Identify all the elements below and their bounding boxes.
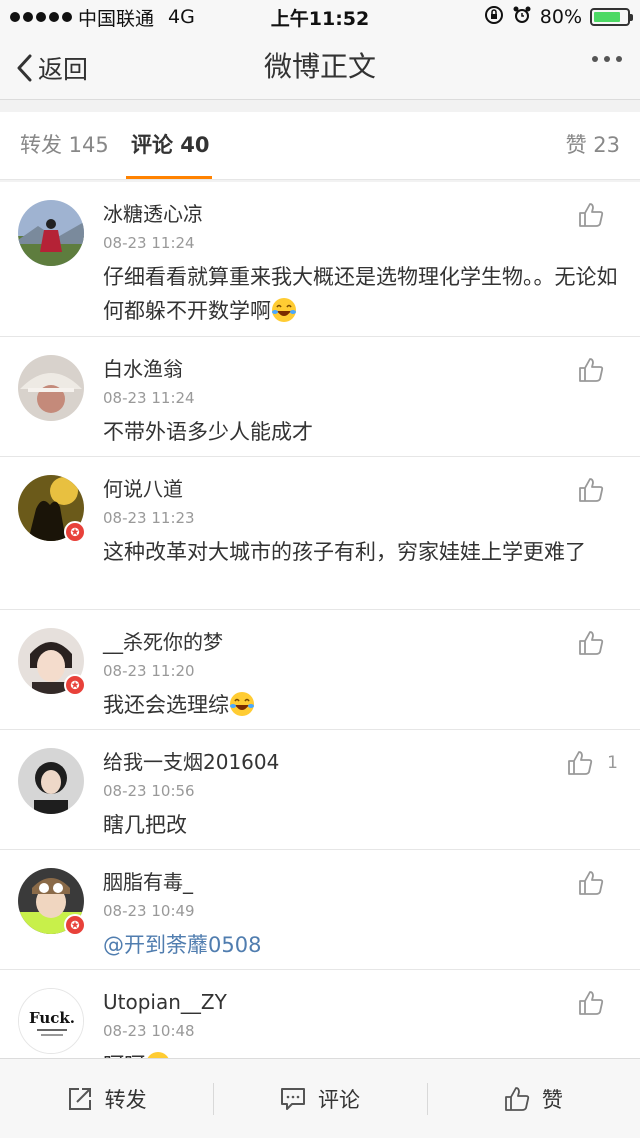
thumbs-up-icon [579,991,604,1015]
comment-text: 仔细看看就算重来我大概还是选物理化学生物。。无论如何都躲不开数学啊 [103,260,618,328]
laughing-emoji-icon [271,297,297,323]
like-button[interactable]: 1 [567,750,618,776]
comment-time: 08-23 10:48 [103,1022,195,1040]
comment-text: 这种改革对大城市的孩子有利，穷家娃娃上学更难了 [103,540,586,564]
share-icon [68,1087,91,1110]
comment-text-content: 仔细看看就算重来我大概还是选物理化学生物。。无论如何都躲不开数学啊 [103,265,618,323]
tab-indicator [126,176,212,179]
tab-repost[interactable]: 转发 145 [20,130,109,160]
status-right: 80% [484,5,633,30]
bottom-toolbar: 转发 评论 赞 [0,1058,640,1138]
thumbs-up-icon [579,631,604,655]
comment-text: 我还会选理综 [103,688,618,722]
comment-author[interactable]: Utopian__ZY [103,988,227,1016]
comment-author[interactable]: 冰糖透心凉 [103,200,203,228]
tabs: 转发 145 评论 40 赞 23 [0,112,640,180]
thumbs-up-icon [579,478,604,502]
comment-author[interactable]: 给我一支烟201604 [103,748,279,776]
like-button[interactable] [578,990,618,1016]
laughing-emoji-icon [229,691,255,717]
comment-icon [280,1087,305,1110]
thumbs-up-icon [504,1086,529,1111]
vip-badge: ✪ [64,914,86,936]
comment-time: 08-23 10:49 [103,902,195,920]
vip-badge: ✪ [64,674,86,696]
alarm-icon [512,5,532,30]
comment-text: 呵呵 [103,1048,618,1058]
smile-emoji-icon [145,1051,171,1058]
avatar[interactable]: Fuck. [18,988,84,1054]
avatar-logo-text: Fuck. [29,1009,75,1027]
comment-item: ✪ __杀死你的梦 08-23 11:20 我还会选理综 [0,610,640,730]
comment-time: 08-23 10:56 [103,782,195,800]
comment-button[interactable]: 评论 [213,1059,426,1138]
thumbs-up-icon [579,203,604,227]
comment-item: Fuck. Utopian__ZY 08-23 10:48 呵呵 [0,970,640,1058]
comment-text-content: 我还会选理综 [103,693,229,717]
thumbs-up-icon [579,358,604,382]
comment-time: 08-23 11:24 [103,389,195,407]
comment-item: ✪ 何说八道 08-23 11:23 这种改革对大城市的孩子有利，穷家娃娃上学更… [0,457,640,610]
like-button[interactable] [578,630,618,656]
comment-author[interactable]: 何说八道 [103,475,183,503]
comment-item: 白水渔翁 08-23 11:24 不带外语多少人能成才 [0,337,640,457]
comment-list: 冰糖透心凉 08-23 11:24 仔细看看就算重来我大概还是选物理化学生物。。… [0,182,640,1058]
battery-icon [590,8,633,26]
repost-label: 转发 [104,1087,147,1112]
rotation-lock-icon [484,5,504,30]
comment-author[interactable]: 胭脂有毒_ [103,868,193,896]
avatar[interactable] [18,748,84,814]
more-button[interactable] [592,56,622,62]
vip-badge: ✪ [64,521,86,543]
comment-item: ✪ 胭脂有毒_ 08-23 10:49 @开到荼蘼0508 [0,850,640,970]
like-button[interactable] [578,477,618,503]
avatar[interactable] [18,355,84,421]
mention-link[interactable]: @开到荼蘼0508 [103,928,618,962]
comment-time: 08-23 11:23 [103,509,195,527]
like-label: 赞 [541,1087,563,1112]
comment-item: 冰糖透心凉 08-23 11:24 仔细看看就算重来我大概还是选物理化学生物。。… [0,182,640,337]
avatar[interactable] [18,200,84,266]
comment-time: 08-23 11:24 [103,234,195,252]
battery-percent: 80% [539,6,582,28]
nav-bar: 返回 微博正文 [0,34,640,100]
like-button[interactable]: 赞 [426,1059,640,1138]
tab-like[interactable]: 赞 23 [566,130,620,160]
thumbs-up-icon [568,751,593,775]
status-bar: 中国联通 4G 上午11:52 80% [0,0,640,34]
like-button[interactable] [578,870,618,896]
page-title: 微博正文 [263,50,376,83]
comment-text: 瞎几把改 [103,813,187,837]
comment-text: 不带外语多少人能成才 [103,420,313,444]
comment-author[interactable]: 白水渔翁 [103,355,183,383]
thumbs-up-icon [579,871,604,895]
comment-item: 给我一支烟201604 08-23 10:56 瞎几把改 1 [0,730,640,850]
like-count: 1 [607,753,618,773]
tab-comment[interactable]: 评论 40 [131,130,210,160]
repost-button[interactable]: 转发 [0,1059,213,1138]
comment-author[interactable]: __杀死你的梦 [103,628,223,656]
comment-label: 评论 [317,1087,360,1112]
like-button[interactable] [578,202,618,228]
battery-fill [594,12,620,22]
like-button[interactable] [578,357,618,383]
comment-time: 08-23 11:20 [103,662,195,680]
